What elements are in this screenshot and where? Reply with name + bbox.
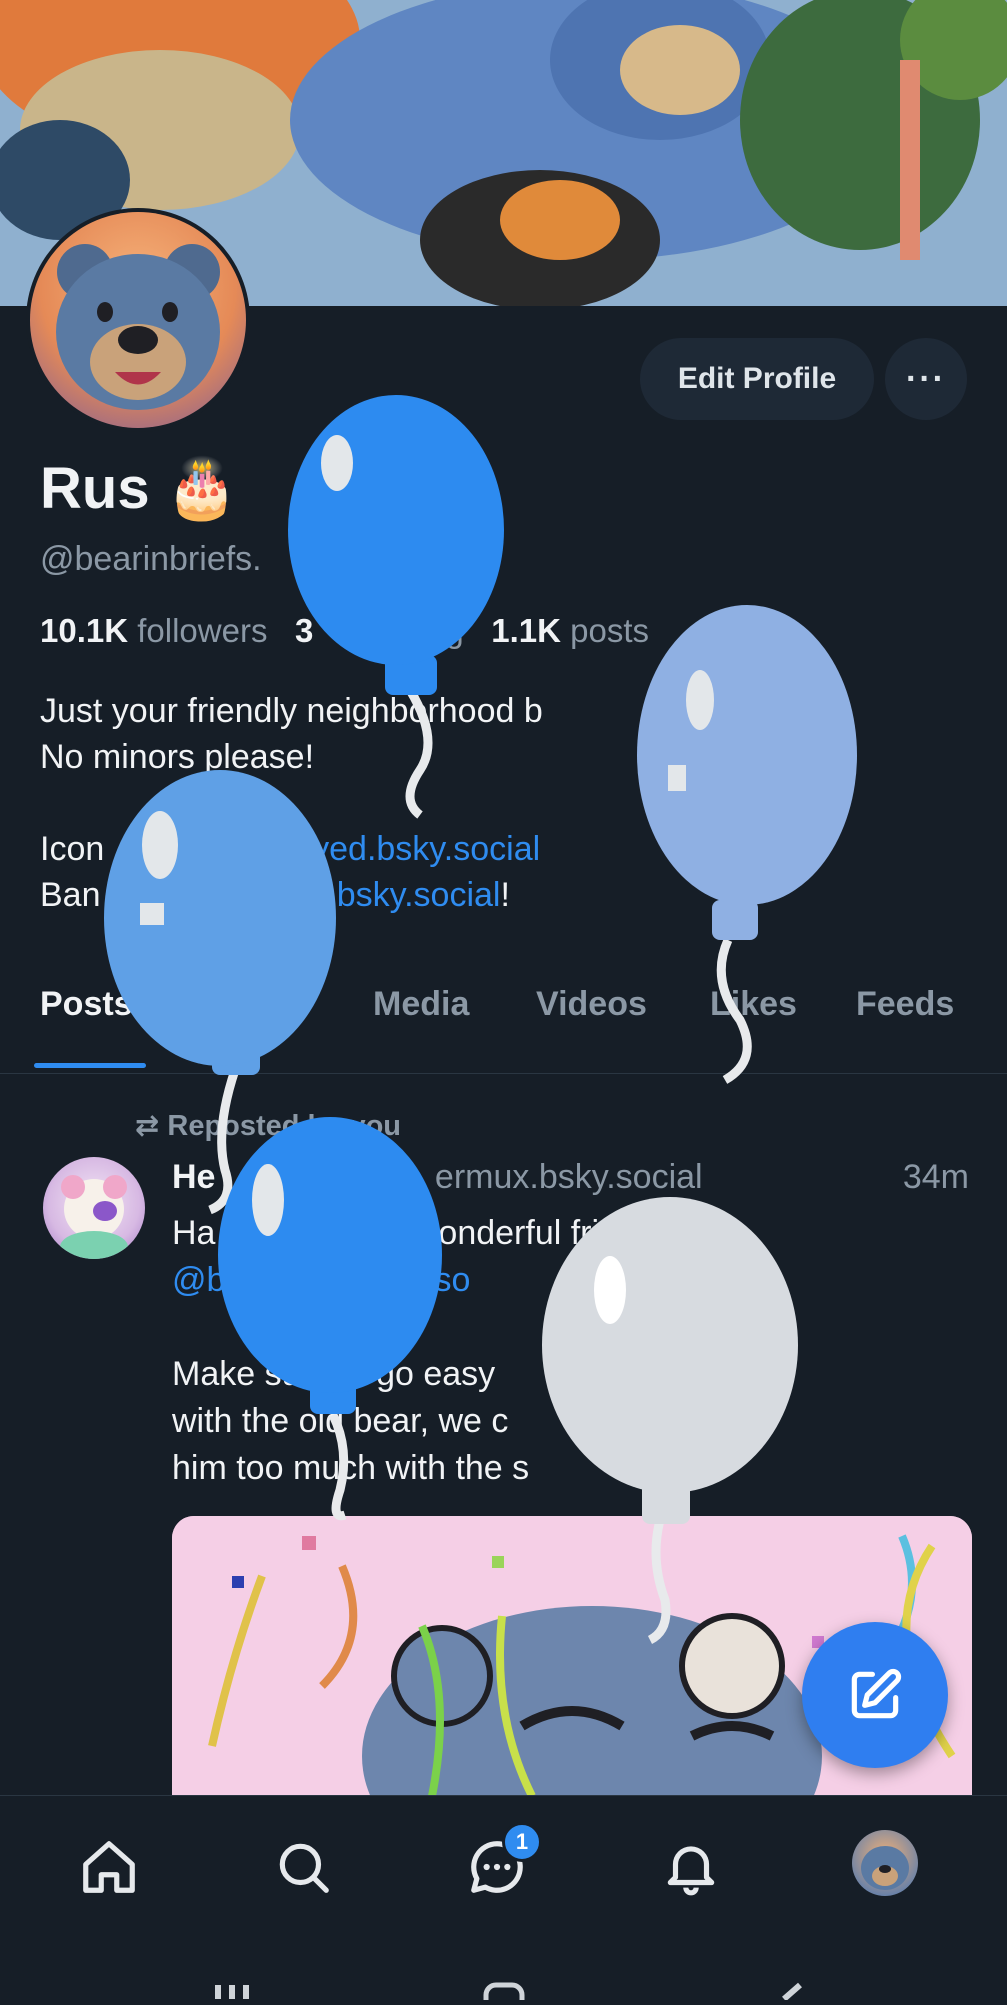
bio-banner-credit: Ban (40, 876, 101, 914)
edit-profile-button[interactable]: Edit Profile (640, 338, 874, 420)
display-name: Rus 🎂 (40, 456, 238, 521)
back-icon[interactable] (782, 1982, 802, 2002)
post-author-handle[interactable]: ermux.bsky.social (435, 1158, 703, 1196)
post-line-1: Ha to a wonderful friend!! (172, 1214, 675, 1252)
posts-label: posts (570, 612, 650, 649)
repost-label: Reposted by you (167, 1110, 402, 1142)
bio-line-1: Just your friendly neighborhood b (40, 692, 543, 730)
repost-icon: ⇄ (135, 1110, 160, 1142)
nav-home[interactable] (74, 1832, 144, 1902)
compose-button[interactable] (802, 1622, 948, 1768)
nav-notifications[interactable] (656, 1832, 726, 1902)
profile-avatar[interactable] (26, 208, 250, 432)
banner-credit-link[interactable]: gan.bsky.social (271, 876, 501, 914)
bell-icon (667, 1846, 715, 1896)
home-system-icon[interactable] (483, 1982, 525, 2005)
banner-credit-suffix: ! (500, 876, 510, 914)
tab-posts[interactable]: Posts (40, 985, 133, 1024)
post-author-avatar[interactable] (43, 1157, 145, 1259)
post-header: He ermux.bsky.social (172, 1158, 703, 1197)
post-line-5: him too much with the s s (172, 1449, 641, 1487)
nav-profile-avatar[interactable] (852, 1830, 918, 1896)
following-label: owing (377, 612, 464, 649)
followers-label: followers (137, 612, 268, 649)
following-stat[interactable]: 3 owing (295, 612, 464, 649)
bio-line-2: No minors please! (40, 738, 315, 776)
more-options-button[interactable]: ··· (885, 338, 967, 420)
messages-badge: 1 (502, 1822, 542, 1862)
followers-stat[interactable]: 10.1K followers (40, 612, 267, 649)
profile-handle: @bearinbriefs. (40, 540, 262, 578)
post-author-name[interactable]: He (172, 1158, 215, 1196)
tab-feeds[interactable]: Feeds (856, 985, 954, 1024)
icon-credit-link[interactable]: odbyed.bsky.social (255, 830, 540, 868)
profile-bio: Just your friendly neighborhood b No min… (40, 688, 543, 918)
post-body: Ha to a wonderful friend!! @b sky.so Mak… (172, 1210, 750, 1492)
followers-count: 10.1K (40, 612, 129, 649)
tab-media[interactable]: Media (373, 985, 469, 1024)
compose-icon (851, 1668, 902, 1719)
tab-videos[interactable]: Videos (536, 985, 647, 1024)
post-timestamp[interactable]: 34m (903, 1158, 969, 1197)
posts-count: 1.1K (491, 612, 561, 649)
tab-likes[interactable]: Likes (710, 985, 797, 1024)
profile-tabs: Posts es Media Videos Likes Feeds (0, 985, 1007, 1074)
following-count: 3 (294, 612, 314, 649)
recents-icon[interactable] (215, 1985, 249, 1999)
home-icon (83, 1841, 135, 1893)
repost-indicator: ⇄ Reposted by you (135, 1108, 401, 1143)
system-navigation-bar (0, 1935, 1007, 2005)
nav-search[interactable] (268, 1832, 338, 1902)
search-icon (279, 1843, 329, 1893)
tab-replies[interactable]: es (255, 985, 293, 1024)
post-mention-link[interactable]: @b sky.so (172, 1261, 470, 1299)
active-tab-indicator (34, 1063, 146, 1068)
post-line-3: Make su to go easy poppers (172, 1355, 751, 1393)
post-line-4: with the old bear, we c surprise (172, 1402, 743, 1440)
profile-stats: 10.1K followers 3 owing 1.1K posts (40, 612, 649, 650)
bio-icon-credit: Icon (40, 830, 105, 868)
avatar-image (30, 212, 246, 428)
